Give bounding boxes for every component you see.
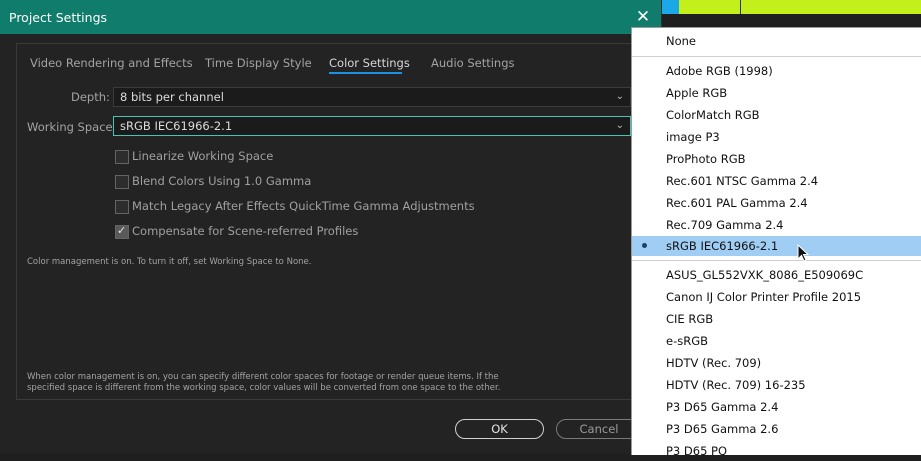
chevron-down-icon: ⌄: [615, 91, 624, 102]
option-label: Canon IJ Color Printer Profile 2015: [666, 290, 862, 304]
option-hdtv-rec709-16-235[interactable]: HDTV (Rec. 709) 16-235: [632, 375, 921, 395]
option-rec709-gamma24[interactable]: Rec.709 Gamma 2.4: [632, 215, 921, 235]
color-management-status: Color management is on. To turn it off, …: [27, 257, 312, 267]
footer-note-line-2: specified space is different from the wo…: [27, 383, 501, 393]
title-bar: Project Settings ✕: [0, 0, 661, 34]
option-p3-d65-gamma26[interactable]: P3 D65 Gamma 2.6: [632, 419, 921, 439]
working-space-value: sRGB IEC61966-2.1: [120, 119, 233, 133]
working-space-label: Working Space:: [27, 120, 117, 134]
option-label: CIE RGB: [666, 312, 714, 326]
cancel-button[interactable]: Cancel: [556, 419, 642, 439]
separator: [632, 260, 921, 261]
option-label: Adobe RGB (1998): [666, 64, 773, 78]
option-adobe-rgb[interactable]: Adobe RGB (1998): [632, 61, 921, 81]
app-strip-lime-block: [679, 0, 921, 14]
checkbox-label: Match Legacy After Effects QuickTime Gam…: [132, 199, 475, 213]
option-e-srgb[interactable]: e-sRGB: [632, 331, 921, 351]
separator: [632, 56, 921, 57]
depth-label: Depth:: [71, 90, 110, 104]
option-label: ASUS_GL552VXK_8086_E509069C: [666, 268, 864, 282]
option-label: e-sRGB: [666, 334, 709, 348]
checkmark-icon: ✓: [117, 224, 127, 237]
tab-audio-settings[interactable]: Audio Settings: [431, 56, 515, 70]
option-label: Rec.709 Gamma 2.4: [666, 218, 784, 232]
checkbox-box: [115, 150, 129, 164]
option-label: P3 D65 PQ: [666, 444, 728, 458]
option-asus-profile[interactable]: ASUS_GL552VXK_8086_E509069C: [632, 265, 921, 285]
option-label: None: [666, 34, 697, 48]
ok-button[interactable]: OK: [455, 419, 544, 439]
project-settings-dialog: Project Settings ✕ Video Rendering and E…: [0, 0, 662, 454]
close-icon: ✕: [635, 7, 651, 27]
option-label: P3 D65 Gamma 2.4: [666, 400, 779, 414]
active-tab-indicator: [329, 72, 402, 74]
option-label: sRGB IEC61966-2.1: [666, 239, 779, 253]
option-image-p3[interactable]: image P3: [632, 127, 921, 147]
working-space-dropdown-list: None Adobe RGB (1998) Apple RGB ColorMat…: [631, 27, 921, 458]
depth-select[interactable]: 8 bits per channel ⌄: [113, 87, 631, 107]
option-cie-rgb[interactable]: CIE RGB: [632, 309, 921, 329]
working-space-select[interactable]: sRGB IEC61966-2.1 ⌄: [113, 116, 631, 136]
bullet-icon: [642, 243, 647, 248]
checkbox-box: ✓: [115, 224, 129, 239]
option-label: P3 D65 Gamma 2.6: [666, 422, 779, 436]
app-background-strip: [659, 0, 921, 14]
option-label: HDTV (Rec. 709): [666, 356, 762, 370]
option-colormatch-rgb[interactable]: ColorMatch RGB: [632, 105, 921, 125]
app-strip-marker: [740, 0, 741, 14]
app-strip-blue-block: [659, 0, 679, 14]
tab-video-rendering[interactable]: Video Rendering and Effects: [30, 56, 193, 70]
tab-time-display[interactable]: Time Display Style: [205, 56, 312, 70]
option-hdtv-rec709[interactable]: HDTV (Rec. 709): [632, 353, 921, 373]
option-label: Apple RGB: [666, 86, 728, 100]
mouse-pointer-icon: [797, 244, 809, 262]
checkbox-label: Blend Colors Using 1.0 Gamma: [132, 174, 312, 188]
option-p3-d65-pq[interactable]: P3 D65 PQ: [632, 441, 921, 461]
option-canon-profile[interactable]: Canon IJ Color Printer Profile 2015: [632, 287, 921, 307]
option-label: Rec.601 PAL Gamma 2.4: [666, 196, 808, 210]
option-p3-d65-gamma24[interactable]: P3 D65 Gamma 2.4: [632, 397, 921, 417]
checkbox-label: Linearize Working Space: [132, 149, 274, 163]
option-rec601-pal[interactable]: Rec.601 PAL Gamma 2.4: [632, 193, 921, 213]
checkbox-box: [115, 175, 129, 189]
option-prophoto-rgb[interactable]: ProPhoto RGB: [632, 149, 921, 169]
chevron-down-icon: ⌄: [615, 120, 624, 131]
option-label: HDTV (Rec. 709) 16-235: [666, 378, 806, 392]
option-rec601-ntsc[interactable]: Rec.601 NTSC Gamma 2.4: [632, 171, 921, 191]
option-apple-rgb[interactable]: Apple RGB: [632, 83, 921, 103]
option-srgb-selected[interactable]: sRGB IEC61966-2.1: [632, 236, 921, 256]
option-label: image P3: [666, 130, 720, 144]
option-none[interactable]: None: [632, 31, 921, 51]
depth-value: 8 bits per channel: [120, 90, 224, 104]
option-label: Rec.601 NTSC Gamma 2.4: [666, 174, 819, 188]
window-title: Project Settings: [9, 10, 108, 25]
option-label: ColorMatch RGB: [666, 108, 760, 122]
checkbox-label: Compensate for Scene-referred Profiles: [132, 224, 359, 238]
option-label: ProPhoto RGB: [666, 152, 746, 166]
footer-note-line-1: When color management is on, you can spe…: [27, 372, 499, 382]
checkbox-box: [115, 200, 129, 214]
tab-color-settings[interactable]: Color Settings: [329, 56, 410, 70]
